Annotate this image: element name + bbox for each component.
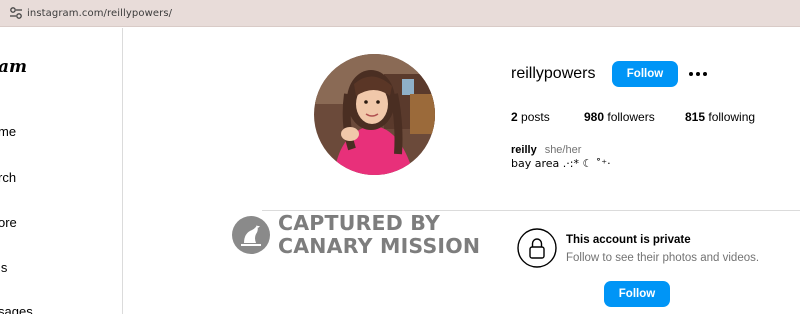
- posts-count-value: 2: [511, 110, 518, 124]
- profile-username: reillypowers: [511, 65, 596, 82]
- private-account-subtitle: Follow to see their photos and videos.: [566, 252, 760, 264]
- following-label: following: [705, 110, 756, 124]
- profile-name-line: reilly she/her: [511, 144, 581, 156]
- followers-count[interactable]: 980 followers: [584, 110, 655, 124]
- instagram-logo[interactable]: am: [0, 57, 27, 77]
- profile-fullname: reilly: [511, 144, 537, 156]
- profile-pronouns: she/her: [544, 144, 582, 156]
- sidebar-item-messages[interactable]: sages: [0, 304, 33, 314]
- more-options-button[interactable]: [687, 67, 709, 81]
- watermark-text: CAPTURED BY CANARY MISSION: [278, 212, 480, 258]
- watermark-line-1: CAPTURED BY: [278, 211, 441, 235]
- private-account-title: This account is private: [566, 234, 691, 246]
- follow-button[interactable]: Follow: [612, 61, 678, 87]
- more-horizontal-icon: [703, 72, 707, 76]
- profile-bio: bay area .·:* ☾ ˚⁺‧: [511, 157, 611, 170]
- browser-address-bar[interactable]: instagram.com/reillypowers/: [0, 0, 800, 27]
- sidebar-item-search[interactable]: rch: [0, 170, 16, 185]
- sidebar-item-reels[interactable]: ls: [0, 260, 7, 275]
- sidebar-item-home[interactable]: me: [0, 124, 16, 139]
- lock-icon: [517, 228, 557, 268]
- more-horizontal-icon: [696, 72, 700, 76]
- url-text[interactable]: instagram.com/reillypowers/: [27, 8, 172, 19]
- followers-count-value: 980: [584, 110, 605, 124]
- watermark-line-2: CANARY MISSION: [278, 234, 481, 258]
- posts-count: 2 posts: [511, 110, 550, 124]
- tune-settings-icon[interactable]: [9, 7, 23, 19]
- following-count[interactable]: 815 following: [685, 110, 755, 124]
- sidebar-item-explore[interactable]: ore: [0, 215, 17, 230]
- private-follow-button[interactable]: Follow: [604, 281, 670, 307]
- posts-label: posts: [517, 110, 550, 124]
- profile-avatar[interactable]: [314, 54, 435, 175]
- sidebar: am me rch ore ls sages: [0, 28, 123, 314]
- following-count-value: 815: [685, 110, 706, 124]
- followers-label: followers: [604, 110, 655, 124]
- more-horizontal-icon: [689, 72, 693, 76]
- canary-bird-icon: [232, 216, 270, 254]
